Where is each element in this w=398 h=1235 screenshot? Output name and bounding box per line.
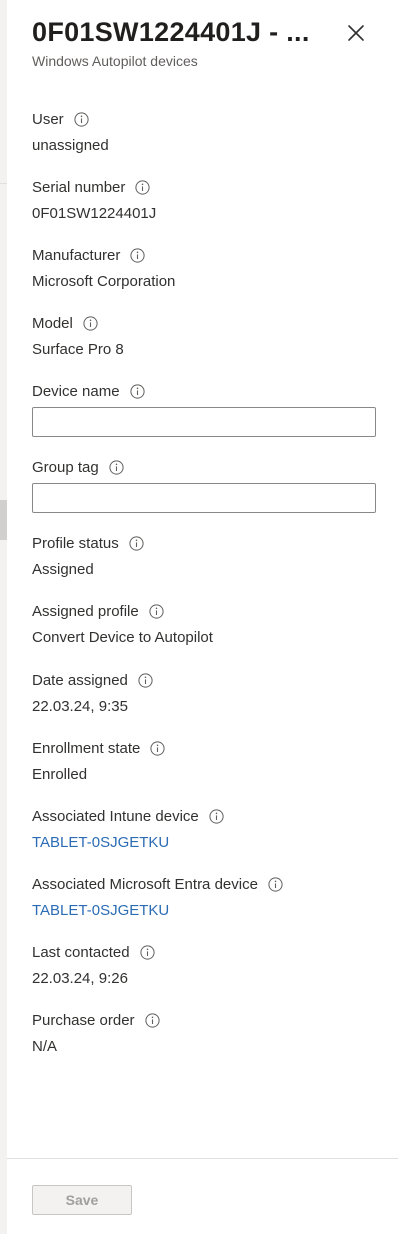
- manufacturer-label: Manufacturer: [32, 246, 121, 264]
- info-icon[interactable]: [83, 315, 98, 331]
- field-group-tag: Group tag: [32, 457, 377, 513]
- panel-header: 0F01SW1224401J - ... Windows Autopilot d…: [32, 14, 382, 71]
- last-contacted-value: 22.03.24, 9:26: [32, 970, 128, 987]
- device-name-label: Device name: [32, 382, 120, 400]
- serial-number-label: Serial number: [32, 178, 126, 196]
- entra-device-link[interactable]: TABLET-0SJGETKU: [32, 901, 377, 921]
- field-last-contacted: Last contacted 22.03.24, 9:26: [32, 942, 377, 989]
- intune-device-link[interactable]: TABLET-0SJGETKU: [32, 833, 377, 853]
- model-label: Model: [32, 314, 73, 332]
- info-icon[interactable]: [129, 383, 145, 399]
- date-assigned-label: Date assigned: [32, 671, 128, 689]
- field-assigned-profile: Assigned profile Convert Device to Autop…: [32, 601, 377, 648]
- info-icon[interactable]: [74, 111, 89, 127]
- entra-device-label: Associated Microsoft Entra device: [32, 875, 258, 893]
- field-date-assigned: Date assigned 22.03.24, 9:35: [32, 670, 377, 717]
- enrollment-state-label: Enrollment state: [32, 739, 141, 757]
- field-model: Model Surface Pro 8: [32, 313, 377, 360]
- field-user: User unassigned: [32, 109, 377, 156]
- field-intune-device: Associated Intune device TABLET-0SJGETKU: [32, 806, 377, 853]
- device-name-input[interactable]: [32, 407, 376, 437]
- info-icon[interactable]: [130, 247, 145, 263]
- info-icon[interactable]: [150, 740, 165, 756]
- field-enrollment-state: Enrollment state Enrolled: [32, 738, 377, 785]
- user-label: User: [32, 110, 64, 128]
- assigned-profile-value: Convert Device to Autopilot: [32, 629, 213, 646]
- info-icon[interactable]: [149, 603, 164, 619]
- field-serial-number: Serial number 0F01SW1224401J: [32, 177, 377, 224]
- date-assigned-value: 22.03.24, 9:35: [32, 698, 128, 715]
- field-manufacturer: Manufacturer Microsoft Corporation: [32, 245, 377, 292]
- group-tag-label: Group tag: [32, 458, 99, 476]
- panel-footer: Save: [7, 1158, 398, 1235]
- info-icon[interactable]: [138, 672, 153, 688]
- enrollment-state-value: Enrolled: [32, 766, 88, 783]
- device-details-panel: 0F01SW1224401J - ... Windows Autopilot d…: [7, 0, 398, 1235]
- purchase-order-label: Purchase order: [32, 1011, 135, 1029]
- assigned-profile-label: Assigned profile: [32, 602, 139, 620]
- field-device-name: Device name: [32, 381, 377, 437]
- model-value: Surface Pro 8: [32, 341, 124, 358]
- info-icon[interactable]: [129, 535, 144, 551]
- panel-title: 0F01SW1224401J - ...: [32, 17, 310, 47]
- group-tag-input[interactable]: [32, 483, 376, 513]
- background-divider: [0, 183, 7, 184]
- serial-number-value: 0F01SW1224401J: [32, 205, 157, 222]
- close-icon: [348, 25, 364, 41]
- profile-status-label: Profile status: [32, 534, 119, 552]
- purchase-order-value: N/A: [32, 1038, 58, 1055]
- profile-status-value: Assigned: [32, 561, 94, 578]
- close-button[interactable]: [342, 19, 370, 47]
- background-page-edge: [0, 0, 7, 1234]
- last-contacted-label: Last contacted: [32, 943, 130, 961]
- info-icon[interactable]: [139, 944, 155, 960]
- field-entra-device: Associated Microsoft Entra device TABLET…: [32, 874, 377, 921]
- user-value: unassigned: [32, 137, 109, 154]
- info-icon[interactable]: [144, 1012, 160, 1028]
- info-icon[interactable]: [268, 876, 283, 892]
- info-icon[interactable]: [109, 459, 124, 475]
- field-profile-status: Profile status Assigned: [32, 533, 377, 580]
- panel-subtitle: Windows Autopilot devices: [32, 53, 198, 69]
- background-highlight: [0, 500, 7, 540]
- manufacturer-value: Microsoft Corporation: [32, 273, 176, 290]
- save-button[interactable]: Save: [32, 1185, 132, 1215]
- info-icon[interactable]: [209, 808, 224, 824]
- field-purchase-order: Purchase order N/A: [32, 1010, 377, 1057]
- intune-device-label: Associated Intune device: [32, 807, 199, 825]
- info-icon[interactable]: [135, 179, 150, 195]
